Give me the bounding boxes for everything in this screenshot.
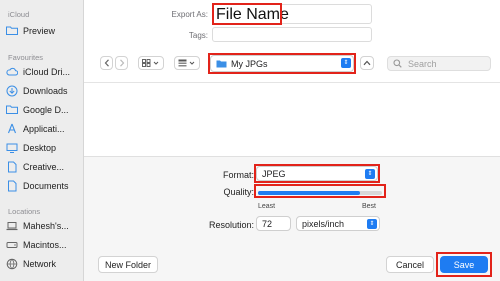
resolution-field[interactable]: 72 (256, 216, 291, 231)
sidebar: iCloud Preview Favourites iCloud Dri... D… (0, 0, 84, 281)
tags-field[interactable] (212, 27, 372, 42)
globe-icon (6, 258, 18, 270)
sidebar-item-label: Network (23, 258, 57, 269)
resolution-unit-select[interactable]: pixels/inch ⇕ (296, 216, 380, 231)
group-button[interactable] (174, 56, 200, 70)
resolution-value: 72 (262, 218, 273, 229)
quality-slider-fill (258, 191, 360, 195)
sidebar-item-mahesh-s[interactable]: Mahesh's... (6, 219, 82, 232)
sidebar-item-label: Downloads (23, 85, 68, 96)
sidebar-item-downloads[interactable]: Downloads (6, 84, 82, 97)
folder-icon (6, 104, 18, 116)
chevron-right-icon (119, 59, 124, 67)
format-select[interactable]: JPEG ⇕ (256, 166, 378, 181)
sidebar-item-applicati[interactable]: Applicati... (6, 122, 82, 135)
search-field[interactable]: Search (387, 56, 491, 71)
format-label: Format: (222, 170, 254, 180)
sidebar-item-label: Google D... (23, 104, 69, 115)
sidebar-item-macintos[interactable]: Macintos... (6, 238, 82, 251)
chevron-left-icon (104, 59, 109, 67)
sidebar-item-label: Creative... (23, 161, 65, 172)
quality-max-label: Best (362, 203, 377, 210)
cancel-button[interactable]: Cancel (386, 256, 434, 273)
file-browser-area[interactable] (84, 82, 500, 156)
tags-label: Tags: (188, 31, 208, 40)
sidebar-item-documents[interactable]: Documents (6, 179, 82, 192)
sidebar-item-label: Desktop (23, 142, 57, 153)
back-button[interactable] (100, 56, 113, 70)
expand-collapse-button[interactable] (360, 56, 374, 70)
sidebar-item-label: Documents (23, 180, 69, 191)
quality-slider[interactable] (258, 191, 382, 195)
sidebar-header-icloud: iCloud (8, 10, 30, 19)
document-icon (6, 180, 18, 192)
new-folder-button[interactable]: New Folder (98, 256, 158, 273)
grid-view-icon (142, 59, 159, 67)
group-view-icon (178, 59, 195, 67)
disk-icon (6, 239, 18, 251)
sidebar-item-google-d[interactable]: Google D... (6, 103, 82, 116)
options-panel: Format: JPEG ⇕ Quality: Least Best Resol… (84, 156, 500, 281)
sidebar-header-favourites: Favourites (8, 53, 44, 62)
sidebar-item-label: iCloud Dri... (23, 66, 71, 77)
sidebar-item-creative[interactable]: Creative... (6, 160, 82, 173)
resolution-label: Resolution: (208, 220, 254, 230)
desktop-icon (6, 142, 18, 154)
format-value: JPEG (262, 168, 286, 179)
sidebar-item-label: Applicati... (23, 123, 65, 134)
sidebar-item-preview[interactable]: Preview (6, 24, 82, 37)
forward-button[interactable] (115, 56, 128, 70)
quality-min-label: Least (258, 203, 276, 210)
save-dialog: Export As: File Name Tags: My JPGs ⇕ Sea… (84, 0, 500, 281)
export-as-field[interactable]: File Name (212, 4, 372, 24)
save-button[interactable]: Save (440, 256, 488, 273)
location-name: My JPGs (231, 58, 268, 69)
stepper-icon: ⇕ (365, 169, 375, 179)
search-placeholder: Search (408, 58, 437, 69)
apps-icon (6, 123, 18, 135)
document-icon (6, 161, 18, 173)
sidebar-item-label: Preview (23, 25, 56, 36)
sidebar-item-icloud-dri[interactable]: iCloud Dri... (6, 65, 82, 78)
sidebar-item-label: Macintos... (23, 239, 67, 250)
sidebar-item-desktop[interactable]: Desktop (6, 141, 82, 154)
location-popup[interactable]: My JPGs ⇕ (210, 55, 354, 72)
sidebar-item-network[interactable]: Network (6, 257, 82, 270)
search-icon (393, 59, 402, 68)
folder-icon (216, 60, 227, 68)
quality-label: Quality: (223, 187, 254, 197)
export-as-label: Export As: (171, 10, 208, 19)
stepper-icon: ⇕ (341, 58, 351, 68)
download-icon (6, 85, 18, 97)
sidebar-item-label: Mahesh's... (23, 220, 69, 231)
laptop-icon (6, 220, 18, 232)
cloud-icon (6, 66, 18, 78)
view-mode-button[interactable] (138, 56, 164, 70)
stepper-icon: ⇕ (367, 219, 377, 229)
resolution-unit: pixels/inch (302, 218, 345, 229)
chevron-up-icon (363, 60, 371, 66)
sidebar-header-locations: Locations (8, 207, 41, 216)
folder-icon (6, 25, 18, 37)
